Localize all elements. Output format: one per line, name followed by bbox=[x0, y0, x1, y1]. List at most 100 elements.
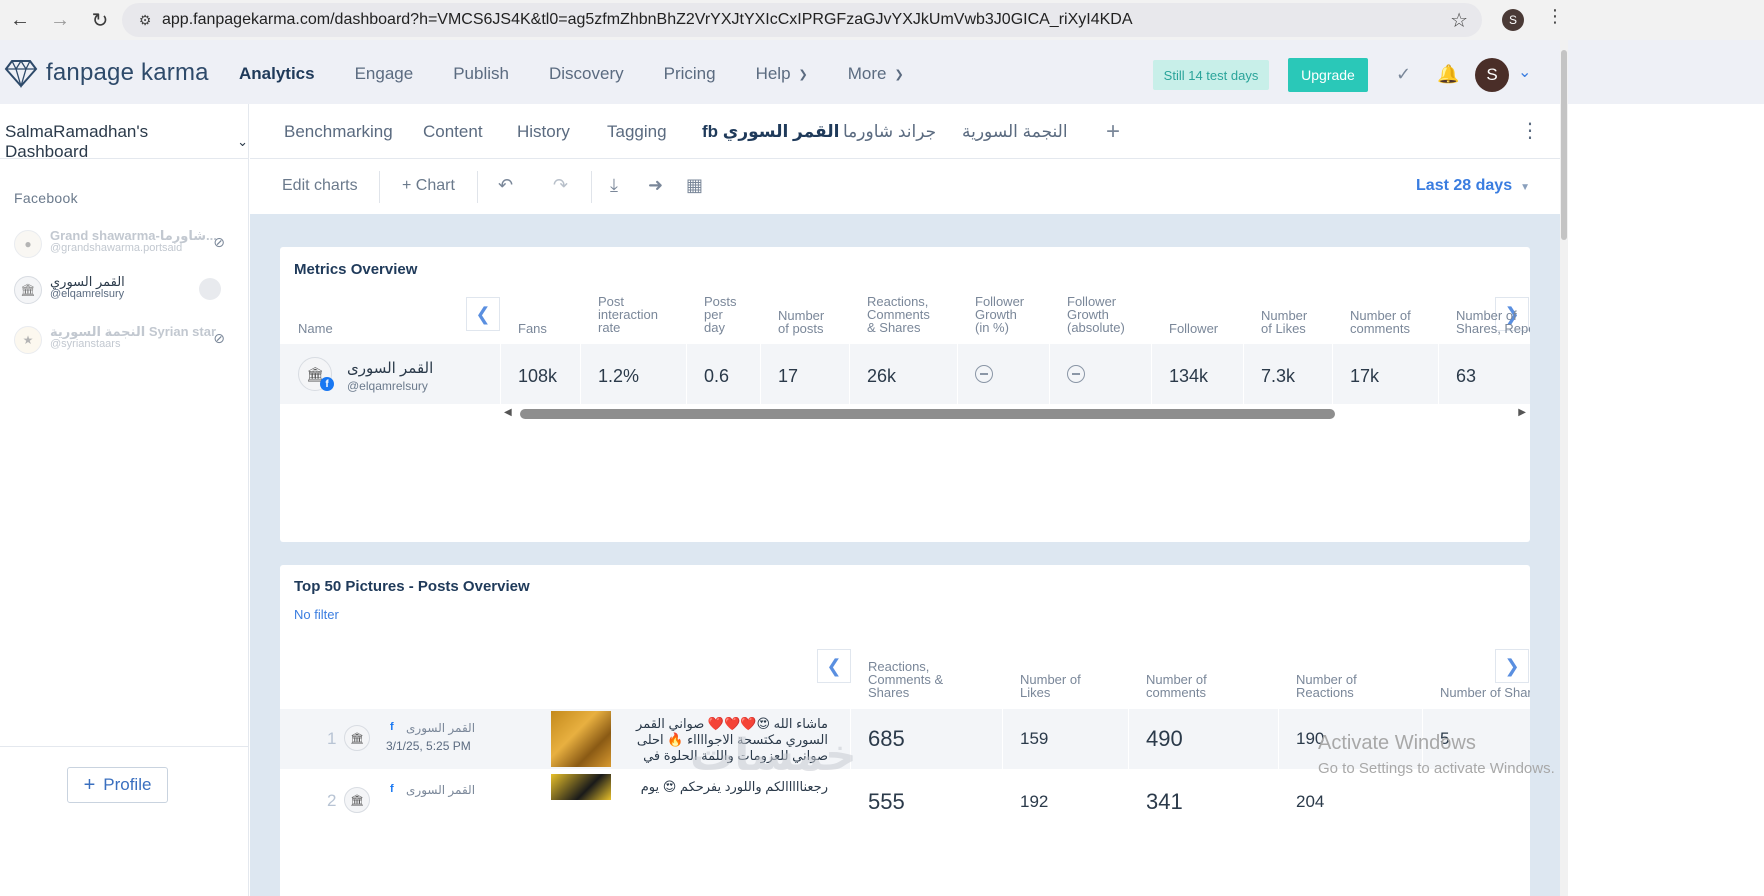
add-tab-icon[interactable]: + bbox=[1106, 118, 1120, 146]
reload-icon[interactable]: ↻ bbox=[80, 0, 120, 40]
filter-link[interactable]: No filter bbox=[294, 607, 339, 622]
add-chart-button[interactable]: + Chart bbox=[402, 177, 455, 195]
share-icon[interactable]: ➜ bbox=[648, 175, 663, 196]
post-page-name[interactable]: القمر السورى bbox=[406, 783, 475, 797]
column-header[interactable]: Follower Growth (absolute) bbox=[1067, 295, 1125, 334]
user-avatar[interactable]: S bbox=[1475, 58, 1509, 92]
site-info-icon[interactable]: ⚙ bbox=[128, 12, 162, 29]
tab-benchmarking[interactable]: Benchmarking bbox=[284, 122, 393, 142]
divider bbox=[686, 344, 687, 404]
logo-text: fanpage karma bbox=[46, 59, 209, 86]
column-header[interactable]: Posts per day bbox=[704, 295, 737, 334]
divider bbox=[1151, 344, 1152, 404]
profile-avatar: ★ bbox=[14, 326, 42, 354]
nav-more[interactable]: More ❯ bbox=[848, 64, 904, 84]
period-selector[interactable]: Last 28 days ▼ bbox=[1416, 177, 1530, 195]
column-header[interactable]: Number of Likes bbox=[1020, 673, 1081, 699]
value-follower: 134k bbox=[1169, 366, 1209, 386]
column-header[interactable]: Follower Growth (in %) bbox=[975, 295, 1024, 334]
post-page-name[interactable]: القمر السورى bbox=[406, 721, 475, 735]
presentation-icon[interactable]: ▦ bbox=[686, 175, 703, 196]
nav-help[interactable]: Help ❯ bbox=[756, 64, 808, 84]
more-vertical-icon[interactable]: ⋮ bbox=[1520, 118, 1540, 143]
download-icon[interactable]: ⤓ bbox=[610, 175, 618, 196]
column-header[interactable]: Reactions, Comments & Shares bbox=[868, 660, 943, 699]
column-header-name[interactable]: Name bbox=[298, 322, 333, 335]
column-header[interactable]: Number of Shares bbox=[1440, 686, 1530, 699]
divider bbox=[1278, 709, 1279, 769]
tab-grand-shawarma[interactable]: جراند شاورما bbox=[843, 122, 936, 142]
column-header[interactable]: Number of posts bbox=[778, 309, 824, 335]
col-h-line: Shares, Reposts bbox=[1456, 321, 1530, 335]
tab-content[interactable]: Content bbox=[423, 122, 483, 142]
column-header[interactable]: Fans bbox=[518, 322, 547, 335]
browser-menu-icon[interactable]: ⋮ bbox=[1546, 6, 1564, 27]
column-header[interactable]: Number ofShares, Reposts bbox=[1456, 309, 1530, 335]
nav-publish[interactable]: Publish bbox=[453, 64, 509, 84]
column-header[interactable]: Number of comments bbox=[1146, 673, 1207, 699]
eye-off-icon[interactable]: ⊘ bbox=[213, 330, 225, 347]
page-scrollbar[interactable] bbox=[1560, 40, 1568, 896]
page-avatar: 🏛 bbox=[344, 725, 370, 751]
sidebar-profile-elqamrelsury[interactable]: 🏛 القمر السوري @elqamrelsury bbox=[14, 270, 239, 310]
add-profile-button[interactable]: + Profile bbox=[67, 767, 168, 803]
tab-elqamr-fb[interactable]: القمر السوري fb bbox=[702, 122, 839, 142]
nav-discovery[interactable]: Discovery bbox=[549, 64, 624, 84]
back-icon[interactable]: ← bbox=[0, 0, 40, 40]
tab-tagging[interactable]: Tagging bbox=[607, 122, 667, 142]
bell-icon[interactable]: 🔔 bbox=[1437, 64, 1459, 85]
tab-syrian-star[interactable]: النجمة السورية bbox=[962, 122, 1068, 142]
col-h-line: comments bbox=[1350, 321, 1410, 336]
address-bar[interactable]: ⚙ app.fanpagekarma.com/dashboard?h=VMCS6… bbox=[122, 3, 1482, 37]
post-thumbnail[interactable] bbox=[551, 774, 611, 800]
table-row[interactable] bbox=[280, 772, 1530, 832]
horizontal-scrollbar[interactable]: ◀ ▶ bbox=[500, 404, 1530, 424]
redo-icon[interactable]: ↷ bbox=[553, 175, 568, 196]
page-name[interactable]: القمر السورى bbox=[347, 359, 433, 377]
post-text[interactable]: رجعنااااالكم واللورد يفرحكم 😍 يوم bbox=[618, 779, 828, 797]
chevron-down-icon[interactable]: ⌄ bbox=[1518, 62, 1531, 82]
scrollbar-thumb[interactable] bbox=[520, 409, 1335, 419]
browser-profile-avatar[interactable]: S bbox=[1502, 9, 1524, 31]
divider bbox=[1128, 709, 1129, 769]
scroll-left-button[interactable]: ❮ bbox=[466, 297, 500, 331]
column-header[interactable]: Number of Likes bbox=[1261, 309, 1307, 335]
column-header[interactable]: Number of comments bbox=[1350, 309, 1411, 335]
value-comments: 17k bbox=[1350, 366, 1380, 386]
nav-analytics[interactable]: Analytics bbox=[239, 64, 315, 84]
url-text[interactable]: app.fanpagekarma.com/dashboard?h=VMCS6JS… bbox=[162, 11, 1133, 29]
dashboard-selector[interactable]: SalmaRamadhan's Dashboard ⌄ bbox=[5, 122, 248, 162]
scroll-right-button[interactable]: ❯ bbox=[1495, 649, 1529, 683]
post-thumbnail[interactable] bbox=[551, 711, 611, 767]
table-row[interactable] bbox=[280, 344, 1530, 404]
column-header[interactable]: Follower bbox=[1169, 322, 1218, 335]
scrollbar-thumb[interactable] bbox=[1561, 50, 1567, 240]
check-circle-icon[interactable]: ✓ bbox=[1396, 64, 1411, 85]
scroll-left-arrow-icon[interactable]: ◀ bbox=[504, 407, 512, 418]
nav-engage[interactable]: Engage bbox=[355, 64, 414, 84]
bookmark-star-icon[interactable]: ☆ bbox=[1450, 8, 1468, 33]
eye-off-icon[interactable]: ⊘ bbox=[213, 234, 225, 251]
column-header[interactable]: Number of Reactions bbox=[1296, 673, 1357, 699]
tab-history[interactable]: History bbox=[517, 122, 570, 142]
divider bbox=[1243, 344, 1244, 404]
column-header[interactable]: Reactions, Comments & Shares bbox=[867, 295, 930, 334]
sidebar-profile-syrianstaars[interactable]: ★ النجمة السورية Syrian star @syrianstaa… bbox=[14, 320, 239, 360]
upgrade-button[interactable]: Upgrade bbox=[1288, 58, 1368, 92]
nav-pricing[interactable]: Pricing bbox=[664, 64, 716, 84]
value-likes: 192 bbox=[1020, 792, 1049, 811]
sidebar-profile-grand-shawarma[interactable]: ● Grand shawarma-شاورما... @grandshawarm… bbox=[14, 224, 239, 264]
edit-charts-button[interactable]: Edit charts bbox=[282, 177, 358, 195]
value-shares: 63 bbox=[1456, 366, 1477, 386]
undo-icon[interactable]: ↶ bbox=[498, 175, 513, 196]
forward-icon[interactable]: → bbox=[40, 0, 80, 40]
value-reactions: 685 bbox=[868, 726, 905, 751]
chevron-down-icon: ❯ bbox=[798, 68, 808, 81]
scroll-left-button[interactable]: ❮ bbox=[817, 649, 851, 683]
logo[interactable]: fanpage karma bbox=[4, 58, 209, 88]
trial-badge[interactable]: Still 14 test days bbox=[1153, 60, 1269, 90]
visibility-toggle[interactable] bbox=[199, 278, 221, 300]
value-interaction-rate: 1.2% bbox=[598, 366, 640, 386]
column-header[interactable]: Post interaction rate bbox=[598, 295, 658, 334]
scroll-right-arrow-icon[interactable]: ▶ bbox=[1518, 407, 1526, 418]
